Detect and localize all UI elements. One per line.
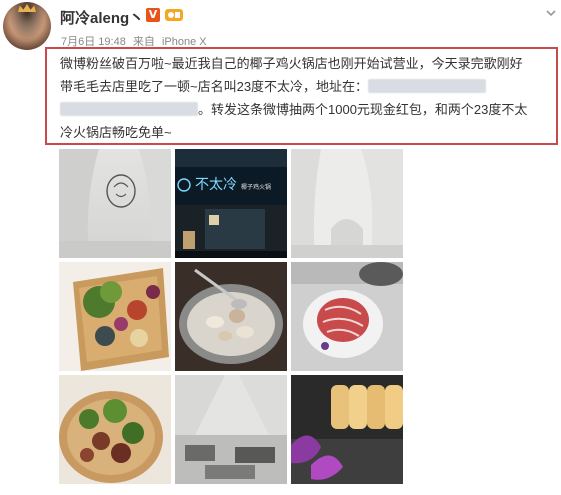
shop-sign-text: 不太冷 <box>195 177 237 193</box>
photo-6[interactable] <box>291 262 403 371</box>
post-line-2-text: 带毛毛去店里吃了一顿~店名叫23度不太冷，地址在： <box>60 79 369 94</box>
chevron-down-icon[interactable] <box>545 6 557 18</box>
photo-1[interactable] <box>59 149 171 258</box>
post-line-2: 带毛毛去店里吃了一顿~店名叫23度不太冷，地址在： <box>60 75 556 98</box>
blurred-address-cont <box>60 102 198 116</box>
photo-7[interactable] <box>59 375 171 484</box>
post-line-3-text: 。转发这条微博抽两个1000元现金红包，和两个23度不太 <box>198 102 528 117</box>
post-text: 微博粉丝破百万啦~最近我自己的椰子鸡火锅店也刚开始试营业，今天录完歌刚好 带毛毛… <box>60 52 556 144</box>
vip-v-icon: V <box>146 8 160 22</box>
level-badge-icon <box>164 7 184 23</box>
photo-9[interactable] <box>291 375 403 484</box>
photo-2[interactable]: 不太冷 椰子鸡火锅 <box>175 149 287 258</box>
avatar[interactable] <box>3 2 51 50</box>
username[interactable]: 阿冷aleng丶 <box>60 7 144 28</box>
post-line-3: 。转发这条微博抽两个1000元现金红包，和两个23度不太 <box>60 98 556 121</box>
post-line-1: 微博粉丝破百万啦~最近我自己的椰子鸡火锅店也刚开始试营业，今天录完歌刚好 <box>60 56 523 71</box>
post-line-4: 冷火锅店畅吃免单~ <box>60 125 172 140</box>
photo-8[interactable] <box>175 375 287 484</box>
photo-3[interactable] <box>291 149 403 258</box>
photo-4[interactable] <box>59 262 171 371</box>
shop-sign-sub: 椰子鸡火锅 <box>241 183 271 191</box>
photo-5[interactable] <box>175 262 287 371</box>
blurred-address <box>368 79 487 93</box>
